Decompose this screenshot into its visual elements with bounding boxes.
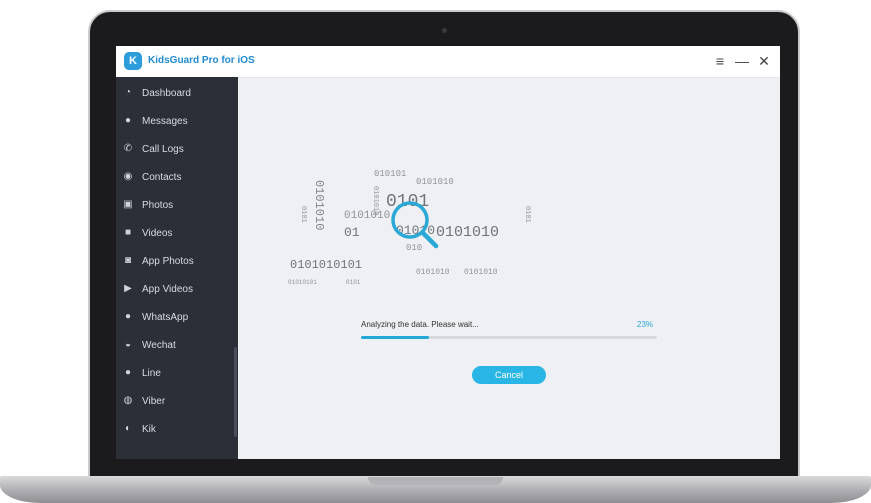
phone-icon: ✆ [123,143,133,154]
svg-text:0101: 0101 [299,206,307,223]
progress-fill [361,336,430,339]
svg-text:0101: 0101 [523,206,531,223]
sidebar-item-label: Call Logs [142,143,184,155]
laptop-notch [368,477,503,485]
close-icon[interactable]: ✕ [756,52,772,70]
svg-text:0101010: 0101010 [371,186,379,215]
dashboard-icon: ◔ [124,87,132,98]
sidebar-item-label: Photos [142,199,174,211]
menu-icon[interactable]: ≡ [712,52,728,70]
camera-icon: ◙ [124,255,132,266]
sidebar-item-label: Line [142,367,161,379]
sidebar-item-kik[interactable]: ◐ Kik [116,415,234,443]
sidebar-item-messages[interactable]: ● Messages [116,107,234,135]
sidebar-item-app-videos[interactable]: ▶ App Videos [116,275,234,303]
contact-icon: ◉ [123,171,133,182]
sidebar-item-call-logs[interactable]: ✆ Call Logs [116,135,234,163]
play-icon: ▶ [124,283,132,294]
app-title: KidsGuard Pro for iOS [148,55,255,66]
sidebar-item-label: App Videos [142,283,193,295]
sidebar-item-contacts[interactable]: ◉ Contacts [116,163,234,191]
sidebar-item-line[interactable]: ● Line [116,359,234,387]
sidebar-item-label: Dashboard [142,87,191,99]
message-icon: ● [124,115,132,126]
svg-text:0101: 0101 [346,279,361,286]
sidebar-item-app-photos[interactable]: ◙ App Photos [116,247,234,275]
sidebar-scrollbar[interactable] [234,347,237,437]
photo-icon: ▣ [123,199,133,210]
svg-text:0101010: 0101010 [312,180,326,230]
line-icon: ● [124,367,132,378]
svg-text:0101010: 0101010 [464,268,498,277]
kik-icon: ◐ [124,423,132,434]
sidebar-item-label: Messages [142,115,188,127]
sidebar-item-label: WhatsApp [142,311,189,323]
sidebar-item-label: Viber [142,395,166,407]
binary-text: 0101010 [416,177,454,187]
webcam-icon [442,28,447,33]
binary-text: 0101010101 [290,258,362,272]
binary-text: 0101010 [436,224,499,241]
kidsguard-logo-icon: K [124,52,142,70]
sidebar-item-wechat[interactable]: ◒ Wechat [116,331,234,359]
binary-text: 0101010 [344,210,390,222]
sidebar: ◔ Dashboard ● Messages ✆ Call Logs ◉ Con… [116,77,238,459]
sidebar-item-label: Contacts [142,171,182,183]
cancel-button[interactable]: Cancel [472,366,546,384]
status-text: Analyzing the data. Please wait... [361,320,479,329]
sidebar-item-label: Kik [142,423,156,435]
whatsapp-icon: ● [124,311,132,322]
magnifier-binary-icon: 010101 0101010 0101 0101010 01 01010 010… [288,169,531,286]
sidebar-item-label: App Photos [142,255,194,267]
sidebar-item-photos[interactable]: ▣ Photos [116,191,234,219]
sidebar-item-dashboard[interactable]: ◔ Dashboard [116,79,234,107]
wechat-icon: ◒ [124,339,132,350]
svg-text:01010101: 01010101 [288,279,317,286]
binary-text: 01 [344,225,360,240]
binary-text: 010101 [374,169,406,179]
sidebar-item-viber[interactable]: ◍ Viber [116,387,234,415]
sidebar-item-whatsapp[interactable]: ● WhatsApp [116,303,234,331]
video-icon: ■ [124,227,132,238]
app-window: K KidsGuard Pro for iOS ≡ — ✕ ◔ Dashboar… [116,46,780,459]
sidebar-item-videos[interactable]: ■ Videos [116,219,234,247]
binary-text: 010 [406,243,422,253]
binary-text: 0101010 [416,268,450,277]
sidebar-item-label: Videos [142,227,173,239]
viber-icon: ◍ [123,395,133,406]
progress-bar [361,336,657,339]
minimize-icon[interactable]: — [734,52,750,70]
sidebar-item-label: Wechat [142,339,176,351]
title-bar: K KidsGuard Pro for iOS ≡ — ✕ [116,46,780,78]
progress-percent: 23% [637,320,654,329]
